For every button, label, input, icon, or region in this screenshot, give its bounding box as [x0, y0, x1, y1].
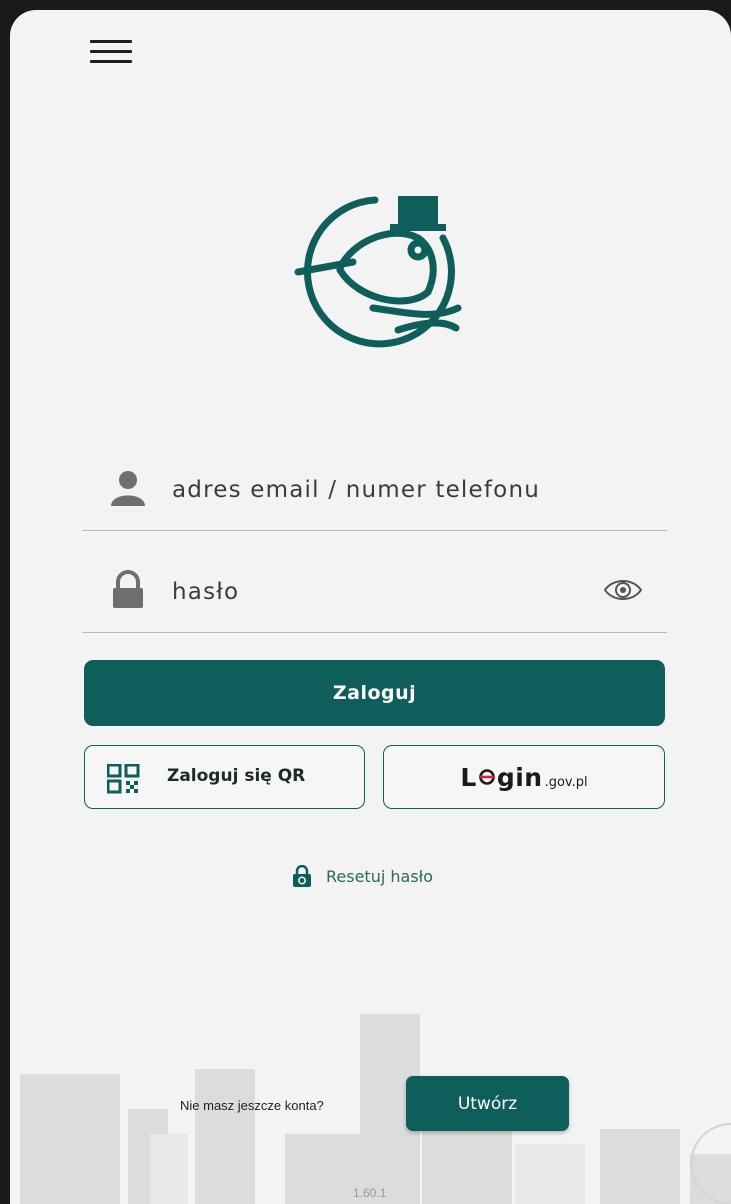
hamburger-menu-icon[interactable] [90, 38, 136, 68]
email-placeholder: adres email / numer telefonu [172, 477, 540, 503]
lock-icon [113, 570, 143, 608]
password-field[interactable]: hasło [82, 562, 667, 633]
eye-icon[interactable] [603, 576, 643, 604]
login-screen: adres email / numer telefonu hasło Zalog… [10, 10, 731, 1204]
city-skyline-background [20, 1014, 731, 1204]
login-gov-o-mark [479, 768, 495, 785]
bird-with-top-hat-logo [294, 196, 462, 348]
qr-login-button[interactable]: Zaloguj się QR [84, 745, 365, 809]
no-account-text: Nie masz jeszcze konta? [180, 1098, 324, 1113]
email-field[interactable]: adres email / numer telefonu [82, 460, 667, 531]
reset-password-link[interactable]: Resetuj hasło [292, 862, 433, 890]
reset-password-label: Resetuj hasło [326, 866, 433, 886]
login-gov-button[interactable]: L gin .gov.pl [383, 745, 665, 809]
app-version: 1.60.1 [353, 1186, 387, 1200]
user-icon [111, 471, 145, 506]
login-button[interactable]: Zaloguj [84, 660, 665, 726]
password-placeholder: hasło [172, 579, 240, 605]
qr-login-label: Zaloguj się QR [167, 766, 306, 786]
qr-code-icon [107, 764, 140, 794]
lock-reset-icon [293, 865, 311, 887]
login-gov-logo: L gin .gov.pl [460, 762, 588, 792]
create-account-button[interactable]: Utwórz [406, 1076, 569, 1131]
